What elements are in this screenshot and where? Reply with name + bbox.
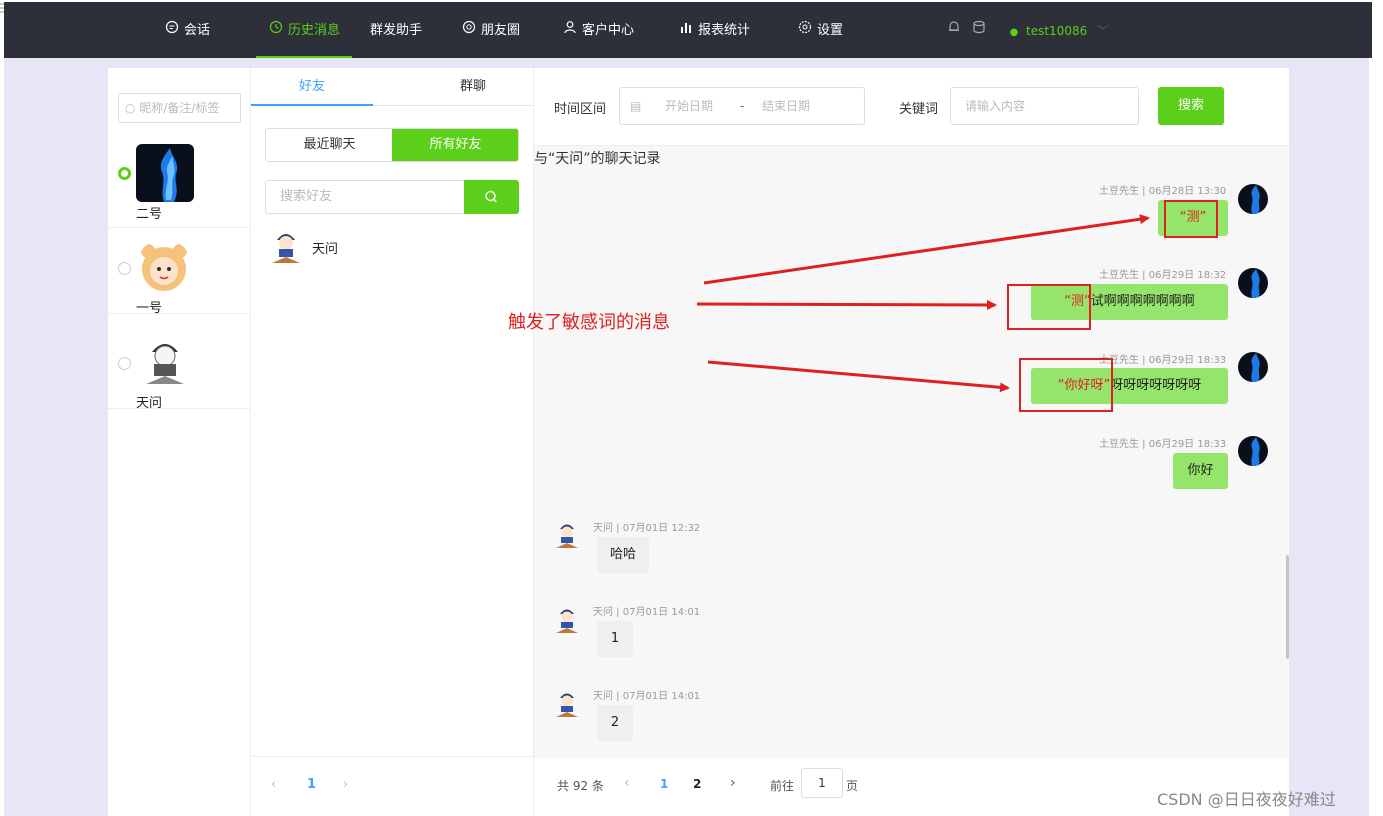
arrow: [696, 299, 997, 310]
arrow: [703, 214, 1150, 285]
annotation-label: 触发了敏感词的消息: [508, 312, 670, 333]
arrow: [707, 360, 1010, 393]
page: 会话 历史消息 群发助手 朋友圈 客户中心 报表统计 设置 ● test1008…: [0, 0, 1383, 816]
annotation-arrows: [696, 214, 1150, 393]
watermark: CSDN @日日夜夜好难过: [1157, 790, 1336, 809]
